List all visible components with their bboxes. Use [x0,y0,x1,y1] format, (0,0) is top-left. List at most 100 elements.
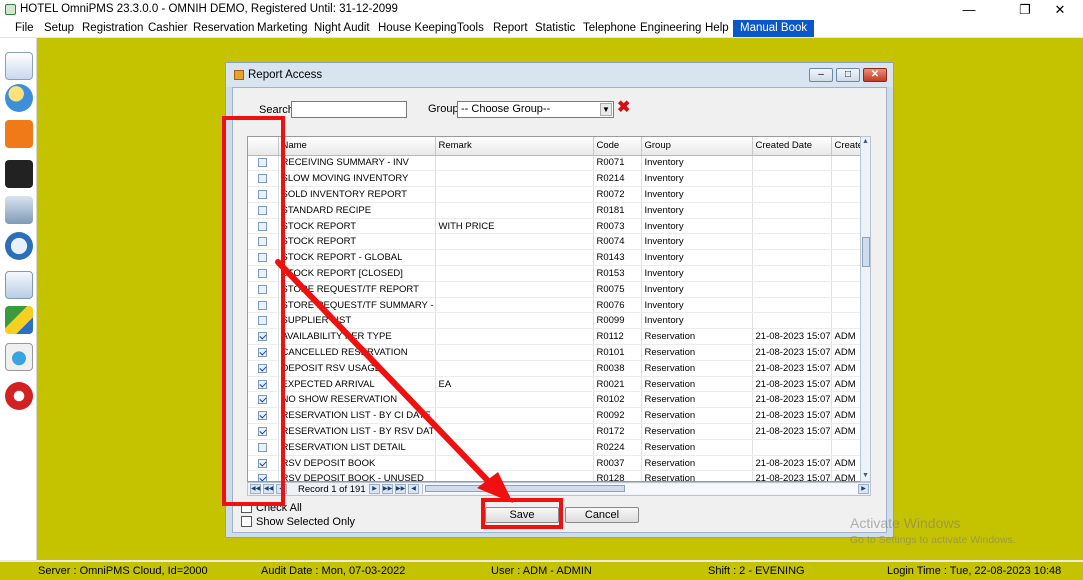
col-header-created-date[interactable]: Created Date [752,137,832,156]
row-checkbox[interactable] [258,189,268,199]
table-row[interactable]: EXPECTED ARRIVAL EA R0021 Reservation 21-08-… [248,376,868,393]
table-row[interactable]: STANDARD RECIPE R0181 Inventory [248,202,868,219]
col-header-code[interactable]: Code [593,137,642,156]
next-page-icon[interactable]: ▶▶ [382,484,393,494]
menu-house-keeping[interactable]: House Keeping [378,22,457,34]
scroll-left-icon[interactable]: ◀ [408,484,419,494]
row-checkbox-cell[interactable] [248,439,279,456]
row-checkbox-cell[interactable] [248,281,279,298]
menu-report[interactable]: Report [493,22,528,34]
row-checkbox[interactable] [258,379,268,389]
prev-record-icon[interactable]: ◀ [276,484,287,494]
close-icon[interactable]: ✕ [1037,0,1083,20]
menu-registration[interactable]: Registration [82,22,143,34]
group-select[interactable]: -- Choose Group-- ▼ [457,101,614,118]
menu-engineering[interactable]: Engineering [640,22,701,34]
row-checkbox[interactable] [258,363,268,373]
first-record-icon[interactable]: ◀◀ [250,484,261,494]
row-checkbox-cell[interactable] [248,202,279,219]
menu-telephone[interactable]: Telephone [583,22,636,34]
calendar-icon[interactable] [5,160,33,188]
power-icon[interactable] [5,382,33,410]
row-checkbox-cell[interactable] [248,297,279,314]
col-header-name[interactable]: Name [278,137,436,156]
table-row[interactable]: RECEIVING SUMMARY - INV R0071 Inventory [248,155,868,172]
col-header-remark[interactable]: Remark [435,137,594,156]
row-checkbox-cell[interactable] [248,360,279,377]
menu-manual-book[interactable]: Manual Book [733,20,815,37]
grid-vertical-scrollbar[interactable]: ▲ ▼ [860,136,871,482]
table-row[interactable]: RSV DEPOSIT BOOK R0037 Reservation 21-08-20… [248,455,868,472]
table-row[interactable]: STOCK REPORT [CLOSED] R0153 Inventory [248,265,868,282]
row-checkbox-cell[interactable] [248,249,279,267]
row-checkbox[interactable] [258,411,268,421]
scroll-up-icon[interactable]: ▲ [861,137,870,147]
table-row[interactable]: STORE REQUEST/TF REPORT R0075 Inventory [248,281,868,298]
row-checkbox[interactable] [258,284,268,294]
table-row[interactable]: RSV DEPOSIT BOOK - UNUSED R0128 Reservatio… [248,470,868,481]
last-record-icon[interactable]: ▶▶ [395,484,406,494]
menu-setup[interactable]: Setup [44,22,74,34]
row-checkbox[interactable] [258,426,268,436]
table-row[interactable]: SLOW MOVING INVENTORY R0214 Inventory [248,170,868,188]
row-checkbox-cell[interactable] [248,470,279,481]
dialog-restore-icon[interactable]: □ [836,68,860,82]
row-checkbox-cell[interactable] [248,233,279,251]
row-checkbox-cell[interactable] [248,328,279,346]
chart-icon[interactable] [5,306,33,334]
row-checkbox[interactable] [258,268,268,278]
row-checkbox[interactable] [258,442,268,452]
scroll-down-icon[interactable]: ▼ [861,471,870,481]
prev-page-icon[interactable]: ◀◀ [263,484,274,494]
cancel-button[interactable]: Cancel [565,507,639,523]
row-checkbox-cell[interactable] [248,155,279,172]
table-row[interactable]: DEPOSIT RSV USAGE R0038 Reservation 21-08-2… [248,360,868,377]
menu-marketing[interactable]: Marketing [257,22,308,34]
row-checkbox-cell[interactable] [248,218,279,235]
table-row[interactable]: RESERVATION LIST - BY CI DATE R0092 Reserv… [248,407,868,425]
row-checkbox-cell[interactable] [248,186,279,203]
table-row[interactable]: RESERVATION LIST DETAIL R0224 Reservation [248,439,868,456]
row-checkbox[interactable] [258,300,268,310]
scroll-right-icon[interactable]: ▶ [858,484,869,494]
clear-group-icon[interactable]: ✖ [617,99,630,117]
table-row[interactable]: NO SHOW RESERVATION R0102 Reservation 21-08… [248,391,868,409]
scroll-thumb[interactable] [862,237,870,267]
col-header-group[interactable]: Group [641,137,753,156]
menu-reservation[interactable]: Reservation [193,22,254,34]
show-selected-box[interactable] [241,516,252,527]
search-input[interactable] [291,101,407,118]
row-checkbox[interactable] [258,395,268,405]
chevron-down-icon[interactable]: ▼ [600,103,612,116]
row-checkbox[interactable] [258,158,268,168]
row-checkbox[interactable] [258,253,268,263]
row-checkbox[interactable] [258,221,268,231]
dialog-close-icon[interactable]: ✕ [863,68,887,82]
table-row[interactable]: STOCK REPORT R0074 Inventory [248,233,868,251]
menu-tools[interactable]: Tools [457,22,484,34]
guests-icon[interactable] [5,84,33,112]
table-row[interactable]: SOLD INVENTORY REPORT R0072 Inventory [248,186,868,203]
table-row[interactable]: STOCK REPORT - GLOBAL R0143 Inventory [248,249,868,267]
row-checkbox[interactable] [258,205,268,215]
table-row[interactable]: SUPPLIER LIST R0099 Inventory [248,312,868,330]
table-row[interactable]: STOCK REPORT WITH PRICE R0073 Inventory [248,218,868,235]
row-checkbox[interactable] [258,174,268,184]
row-checkbox[interactable] [258,458,268,468]
hscroll-thumb[interactable] [425,485,625,492]
row-checkbox-cell[interactable] [248,344,279,361]
menu-help[interactable]: Help [705,22,729,34]
row-checkbox-cell[interactable] [248,376,279,393]
check-all-box[interactable] [241,502,252,513]
dialog-minimize-icon[interactable]: – [809,68,833,82]
table-row[interactable]: STORE REQUEST/TF SUMMARY - INV R0076 Inven… [248,297,868,314]
rooms-icon[interactable] [5,232,33,260]
table-row[interactable]: AVAILABILITY PER TYPE R0112 Reservation 21-… [248,328,868,346]
minimize-icon[interactable]: — [946,0,992,20]
row-checkbox-cell[interactable] [248,423,279,440]
row-checkbox[interactable] [258,316,268,326]
col-header-check[interactable] [248,137,279,156]
row-checkbox-cell[interactable] [248,170,279,188]
table-row[interactable]: CANCELLED RESERVATION R0101 Reservation 21-… [248,344,868,361]
registration-icon[interactable] [5,52,33,80]
